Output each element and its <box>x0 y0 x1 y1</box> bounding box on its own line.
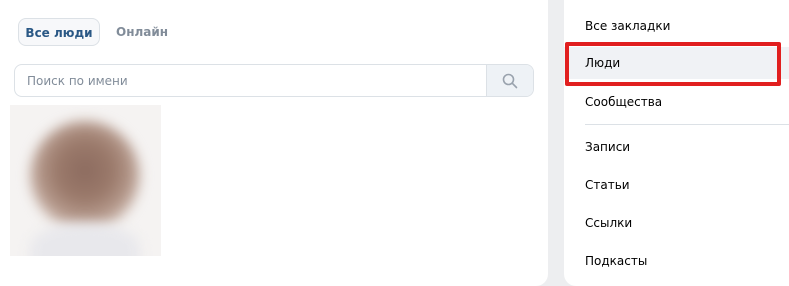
sidebar-item-podcasts[interactable]: Подкасты <box>564 245 789 277</box>
person-avatar[interactable] <box>10 105 161 256</box>
bookmarks-people-panel: Все люди Онлайн <box>0 0 548 286</box>
search-icon <box>502 73 518 88</box>
sidebar-divider <box>585 124 789 125</box>
sidebar-item-communities[interactable]: Сообщества <box>564 86 789 118</box>
highlight-annotation <box>565 42 781 86</box>
sidebar-item-links[interactable]: Ссылки <box>564 207 789 239</box>
tab-online[interactable]: Онлайн <box>116 18 168 46</box>
sidebar-item-articles[interactable]: Статьи <box>564 169 789 201</box>
sidebar-item-all-bookmarks[interactable]: Все закладки <box>564 10 789 42</box>
search-input[interactable] <box>15 65 487 96</box>
search-button[interactable] <box>486 65 533 96</box>
page: Все люди Онлайн Все закладки Люди Сообще… <box>0 0 789 286</box>
tab-all-people[interactable]: Все люди <box>18 18 100 46</box>
sidebar-item-posts[interactable]: Записи <box>564 131 789 163</box>
search-bar <box>14 64 534 97</box>
